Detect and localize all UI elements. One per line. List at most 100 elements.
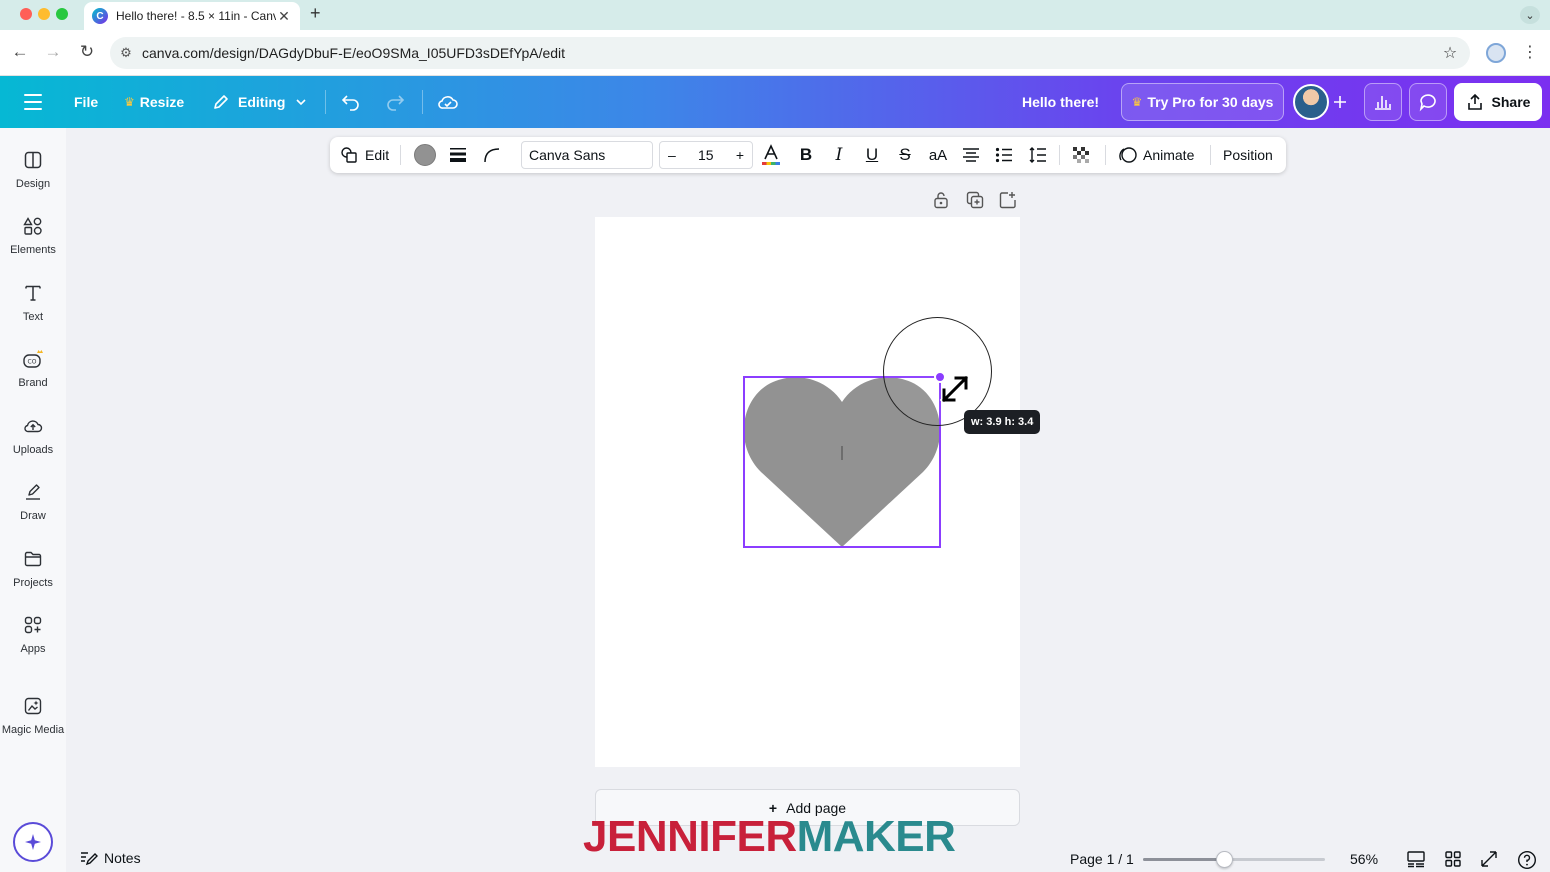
sidebar-item-draw[interactable]: Draw bbox=[0, 482, 66, 542]
page-indicator[interactable]: Page 1 / 1 bbox=[1070, 851, 1134, 867]
toolbar-divider bbox=[400, 145, 401, 165]
text-icon bbox=[25, 285, 41, 301]
lock-page-button[interactable] bbox=[933, 191, 949, 209]
share-page-icon bbox=[999, 192, 1016, 209]
grid-view-button[interactable] bbox=[1444, 850, 1462, 868]
sidebar-item-design[interactable]: Design bbox=[0, 150, 66, 210]
redo-icon bbox=[387, 95, 405, 111]
comments-button[interactable] bbox=[1409, 83, 1447, 121]
italic-button[interactable]: I bbox=[829, 137, 849, 173]
position-button[interactable]: Position bbox=[1223, 137, 1273, 173]
window-close-button[interactable] bbox=[20, 8, 32, 20]
bullet-list-button[interactable] bbox=[994, 137, 1014, 173]
forward-arrow-icon[interactable]: → bbox=[43, 42, 63, 62]
letter-case-button[interactable]: aA bbox=[927, 137, 949, 173]
browser-profile-icon[interactable] bbox=[1486, 43, 1506, 63]
zoom-slider-fill bbox=[1143, 858, 1225, 861]
bookmark-star-icon[interactable]: ☆ bbox=[1430, 43, 1470, 63]
comment-icon bbox=[1419, 94, 1436, 112]
decrease-font-button[interactable]: – bbox=[668, 147, 676, 163]
sidebar-item-label: Projects bbox=[13, 577, 53, 589]
color-swatch bbox=[414, 144, 436, 166]
main-menu-icon[interactable] bbox=[24, 94, 42, 110]
sidebar-item-uploads[interactable]: Uploads bbox=[0, 416, 66, 476]
align-center-button[interactable] bbox=[961, 137, 981, 173]
sidebar-item-projects[interactable]: Projects bbox=[0, 549, 66, 609]
add-page-above-button[interactable] bbox=[999, 191, 1017, 209]
context-toolbar: Edit Canva Sans – 15 + B I U S aA Animat… bbox=[330, 137, 1286, 173]
undo-button[interactable] bbox=[341, 76, 361, 128]
transparency-button[interactable] bbox=[1071, 137, 1091, 173]
reload-icon[interactable]: ↻ bbox=[77, 42, 97, 62]
duplicate-icon bbox=[966, 191, 984, 209]
cloud-save-button[interactable] bbox=[437, 76, 459, 128]
header-divider bbox=[422, 90, 423, 114]
browser-tab-bar: C Hello there! - 8.5 × 11in - Canva ✕ + … bbox=[0, 0, 1550, 30]
sidebar-item-label: Elements bbox=[10, 244, 56, 256]
sidebar-item-brand[interactable]: CO Brand bbox=[0, 349, 66, 409]
redo-button[interactable] bbox=[385, 76, 405, 128]
undo-icon bbox=[341, 95, 359, 111]
back-arrow-icon[interactable]: ← bbox=[10, 42, 30, 62]
magic-media-icon bbox=[24, 697, 42, 715]
browser-menu-icon[interactable]: ⋮ bbox=[1522, 42, 1538, 62]
crown-icon: ♛ bbox=[1131, 95, 1143, 109]
url-box[interactable]: ⚙ canva.com/design/DAGdyDbuF-E/eoO9SMa_I… bbox=[110, 37, 1470, 69]
sidebar-item-label: Magic Media bbox=[1, 724, 65, 736]
help-button[interactable] bbox=[1517, 850, 1537, 870]
edit-shape-button[interactable]: Edit bbox=[340, 137, 389, 173]
sidebar-item-text[interactable]: Text bbox=[0, 283, 66, 343]
fill-color-button[interactable] bbox=[414, 137, 436, 173]
window-zoom-button[interactable] bbox=[56, 8, 68, 20]
animate-button[interactable]: Animate bbox=[1118, 137, 1194, 173]
toolbar-divider bbox=[1105, 145, 1106, 165]
strikethrough-button[interactable]: S bbox=[895, 137, 915, 173]
zoom-slider[interactable] bbox=[1143, 858, 1325, 861]
text-color-button[interactable] bbox=[761, 137, 781, 173]
line-spacing-icon bbox=[1029, 147, 1046, 163]
window-minimize-button[interactable] bbox=[38, 8, 50, 20]
share-button[interactable]: Share bbox=[1454, 83, 1542, 121]
design-title[interactable]: Hello there! bbox=[1022, 76, 1099, 128]
brand-icon: CO bbox=[23, 350, 43, 368]
border-style-button[interactable] bbox=[448, 137, 468, 173]
notes-button[interactable]: Notes bbox=[80, 850, 141, 866]
avatar[interactable] bbox=[1293, 84, 1329, 120]
tab-close-icon[interactable]: ✕ bbox=[276, 8, 292, 25]
font-size-stepper[interactable]: – 15 + bbox=[659, 141, 753, 169]
toolbar-divider bbox=[1210, 145, 1211, 165]
invite-plus-button[interactable] bbox=[1332, 76, 1348, 128]
editing-mode-button[interactable]: Editing bbox=[212, 76, 307, 128]
corner-rounding-button[interactable] bbox=[482, 137, 502, 173]
editing-label: Editing bbox=[238, 94, 286, 110]
spacing-button[interactable] bbox=[1028, 137, 1048, 173]
sidebar-item-magic-media[interactable]: Magic Media bbox=[0, 696, 66, 756]
insights-button[interactable] bbox=[1364, 83, 1402, 121]
try-pro-button[interactable]: ♛ Try Pro for 30 days bbox=[1121, 83, 1284, 121]
underline-button[interactable]: U bbox=[862, 137, 882, 173]
site-info-icon[interactable]: ⚙ bbox=[110, 45, 142, 61]
browser-tab[interactable]: C Hello there! - 8.5 × 11in - Canva ✕ bbox=[84, 2, 300, 30]
zoom-level[interactable]: 56% bbox=[1350, 851, 1378, 867]
increase-font-button[interactable]: + bbox=[736, 147, 744, 163]
tab-search-icon[interactable]: ⌄ bbox=[1520, 6, 1540, 24]
sidebar-item-elements[interactable]: Elements bbox=[0, 216, 66, 276]
toolbar-divider bbox=[1059, 145, 1060, 165]
sidebar-item-apps[interactable]: Apps bbox=[0, 615, 66, 675]
design-icon bbox=[24, 151, 42, 169]
cloud-check-icon bbox=[438, 96, 458, 109]
duplicate-page-button[interactable] bbox=[966, 191, 984, 209]
new-tab-button[interactable]: + bbox=[310, 3, 321, 24]
font-family-dropdown[interactable]: Canva Sans bbox=[521, 141, 653, 169]
pages-view-button[interactable] bbox=[1406, 850, 1426, 868]
file-menu[interactable]: File bbox=[74, 76, 98, 128]
resize-button[interactable]: ♛ Resize bbox=[124, 76, 184, 128]
elements-icon bbox=[23, 217, 42, 235]
bold-button[interactable]: B bbox=[796, 137, 816, 173]
zoom-slider-handle[interactable] bbox=[1216, 851, 1234, 868]
url-text[interactable]: canva.com/design/DAGdyDbuF-E/eoO9SMa_I05… bbox=[142, 45, 1430, 61]
canva-assistant-button[interactable] bbox=[13, 822, 53, 862]
fullscreen-button[interactable] bbox=[1480, 850, 1498, 868]
font-size-value[interactable]: 15 bbox=[698, 147, 714, 163]
header-divider bbox=[325, 90, 326, 114]
